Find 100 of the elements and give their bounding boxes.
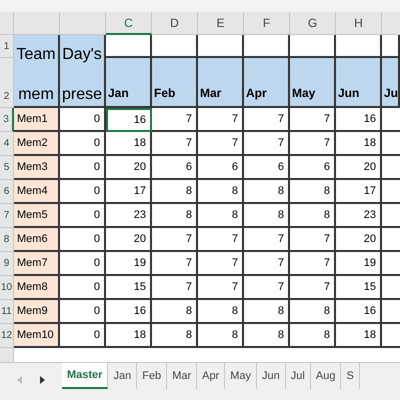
- column-header[interactable]: E: [198, 12, 244, 35]
- table-cell[interactable]: 7: [198, 132, 244, 156]
- table-cell[interactable]: 8: [244, 180, 290, 204]
- table-cell[interactable]: 18: [336, 324, 382, 348]
- sheet-tab[interactable]: Master: [62, 363, 108, 389]
- table-cell[interactable]: 6: [152, 156, 198, 180]
- row-header[interactable]: 5: [0, 156, 14, 180]
- table-cell[interactable]: 8: [152, 204, 198, 228]
- table-cell[interactable]: 15: [336, 276, 382, 300]
- table-cell[interactable]: 17: [336, 180, 382, 204]
- table-cell[interactable]: 7: [152, 228, 198, 252]
- table-cell[interactable]: 8: [244, 300, 290, 324]
- table-cell[interactable]: 7: [152, 108, 198, 132]
- row-header[interactable]: 12: [0, 324, 14, 348]
- table-cell[interactable]: 8: [244, 204, 290, 228]
- table-cell[interactable]: 7: [244, 132, 290, 156]
- scroll-right-icon[interactable]: [40, 376, 45, 384]
- table-cell[interactable]: 20: [106, 156, 152, 180]
- row-header[interactable]: 9: [0, 252, 14, 276]
- table-cell[interactable]: [106, 35, 152, 58]
- column-header[interactable]: G: [290, 12, 336, 35]
- row-header[interactable]: 6: [0, 180, 14, 204]
- sheet-tab[interactable]: Jul: [286, 363, 311, 389]
- table-cell[interactable]: 7: [198, 276, 244, 300]
- table-cell[interactable]: 7: [152, 276, 198, 300]
- table-cell[interactable]: 7: [152, 132, 198, 156]
- table-cell: Mar: [198, 58, 244, 108]
- sheet-tab[interactable]: Feb: [137, 363, 168, 389]
- table-cell[interactable]: 7: [244, 276, 290, 300]
- column-header[interactable]: C: [106, 12, 152, 35]
- table-cell[interactable]: 15: [106, 276, 152, 300]
- table-cell[interactable]: 23: [336, 204, 382, 228]
- table-cell[interactable]: 6: [198, 156, 244, 180]
- sheet-tab[interactable]: Jun: [257, 363, 286, 389]
- table-cell[interactable]: 20: [336, 228, 382, 252]
- table-cell[interactable]: 20: [106, 228, 152, 252]
- table-cell[interactable]: 7: [290, 108, 336, 132]
- row-header[interactable]: 2: [0, 58, 14, 108]
- row-header[interactable]: 3: [0, 108, 14, 132]
- table-cell[interactable]: 7: [290, 252, 336, 276]
- table-cell[interactable]: 8: [152, 180, 198, 204]
- row-header[interactable]: 10: [0, 276, 14, 300]
- table-cell[interactable]: 7: [198, 108, 244, 132]
- table-cell[interactable]: 6: [290, 156, 336, 180]
- sheet-tab[interactable]: Aug: [310, 363, 342, 389]
- row-header[interactable]: 7: [0, 204, 14, 228]
- table-cell[interactable]: 17: [106, 180, 152, 204]
- table-cell[interactable]: 18: [336, 132, 382, 156]
- table-cell[interactable]: 7: [244, 228, 290, 252]
- column-header[interactable]: H: [336, 12, 382, 35]
- table-cell[interactable]: 8: [152, 300, 198, 324]
- table-cell[interactable]: 7: [244, 108, 290, 132]
- column-header[interactable]: D: [152, 12, 198, 35]
- table-cell[interactable]: 16: [336, 300, 382, 324]
- sheet-tab[interactable]: S: [341, 363, 360, 389]
- table-cell[interactable]: [382, 35, 400, 58]
- sheet-tab[interactable]: Jan: [108, 363, 138, 389]
- sheet-tab[interactable]: Apr: [197, 363, 226, 389]
- table-cell[interactable]: [198, 35, 244, 58]
- table-cell[interactable]: 7: [290, 276, 336, 300]
- table-cell[interactable]: 8: [198, 180, 244, 204]
- table-cell[interactable]: 6: [244, 156, 290, 180]
- table-cell[interactable]: 8: [152, 324, 198, 348]
- table-cell[interactable]: [244, 35, 290, 58]
- table-cell[interactable]: [290, 35, 336, 58]
- table-cell[interactable]: 18: [106, 132, 152, 156]
- table-cell[interactable]: 8: [290, 180, 336, 204]
- table-cell[interactable]: 8: [290, 324, 336, 348]
- table-cell: May: [290, 58, 336, 108]
- table-cell[interactable]: 8: [198, 300, 244, 324]
- row-header[interactable]: 1: [0, 35, 14, 58]
- column-header[interactable]: F: [244, 12, 290, 35]
- table-cell[interactable]: 7: [244, 252, 290, 276]
- row-header[interactable]: 8: [0, 228, 14, 252]
- table-cell[interactable]: 19: [106, 252, 152, 276]
- table-cell[interactable]: 8: [244, 324, 290, 348]
- table-cell: 0: [60, 156, 106, 180]
- table-cell[interactable]: 8: [290, 300, 336, 324]
- table-cell: 0: [60, 108, 106, 132]
- table-cell[interactable]: 16: [336, 108, 382, 132]
- table-cell[interactable]: 7: [290, 228, 336, 252]
- table-cell[interactable]: 18: [106, 324, 152, 348]
- table-cell[interactable]: 7: [198, 252, 244, 276]
- table-cell[interactable]: 16: [106, 108, 152, 132]
- row-header[interactable]: 4: [0, 132, 14, 156]
- table-cell[interactable]: [336, 35, 382, 58]
- table-cell[interactable]: 8: [198, 324, 244, 348]
- table-cell[interactable]: 8: [290, 204, 336, 228]
- table-cell[interactable]: [152, 35, 198, 58]
- table-cell[interactable]: 23: [106, 204, 152, 228]
- sheet-tab[interactable]: Mar: [167, 363, 198, 389]
- sheet-tab[interactable]: May: [225, 363, 258, 389]
- table-cell[interactable]: 20: [336, 156, 382, 180]
- table-cell[interactable]: 7: [152, 252, 198, 276]
- table-cell[interactable]: 19: [336, 252, 382, 276]
- table-cell[interactable]: 8: [198, 204, 244, 228]
- table-cell[interactable]: 7: [290, 132, 336, 156]
- table-cell[interactable]: 16: [106, 300, 152, 324]
- table-cell[interactable]: 7: [198, 228, 244, 252]
- row-header[interactable]: 11: [0, 300, 14, 324]
